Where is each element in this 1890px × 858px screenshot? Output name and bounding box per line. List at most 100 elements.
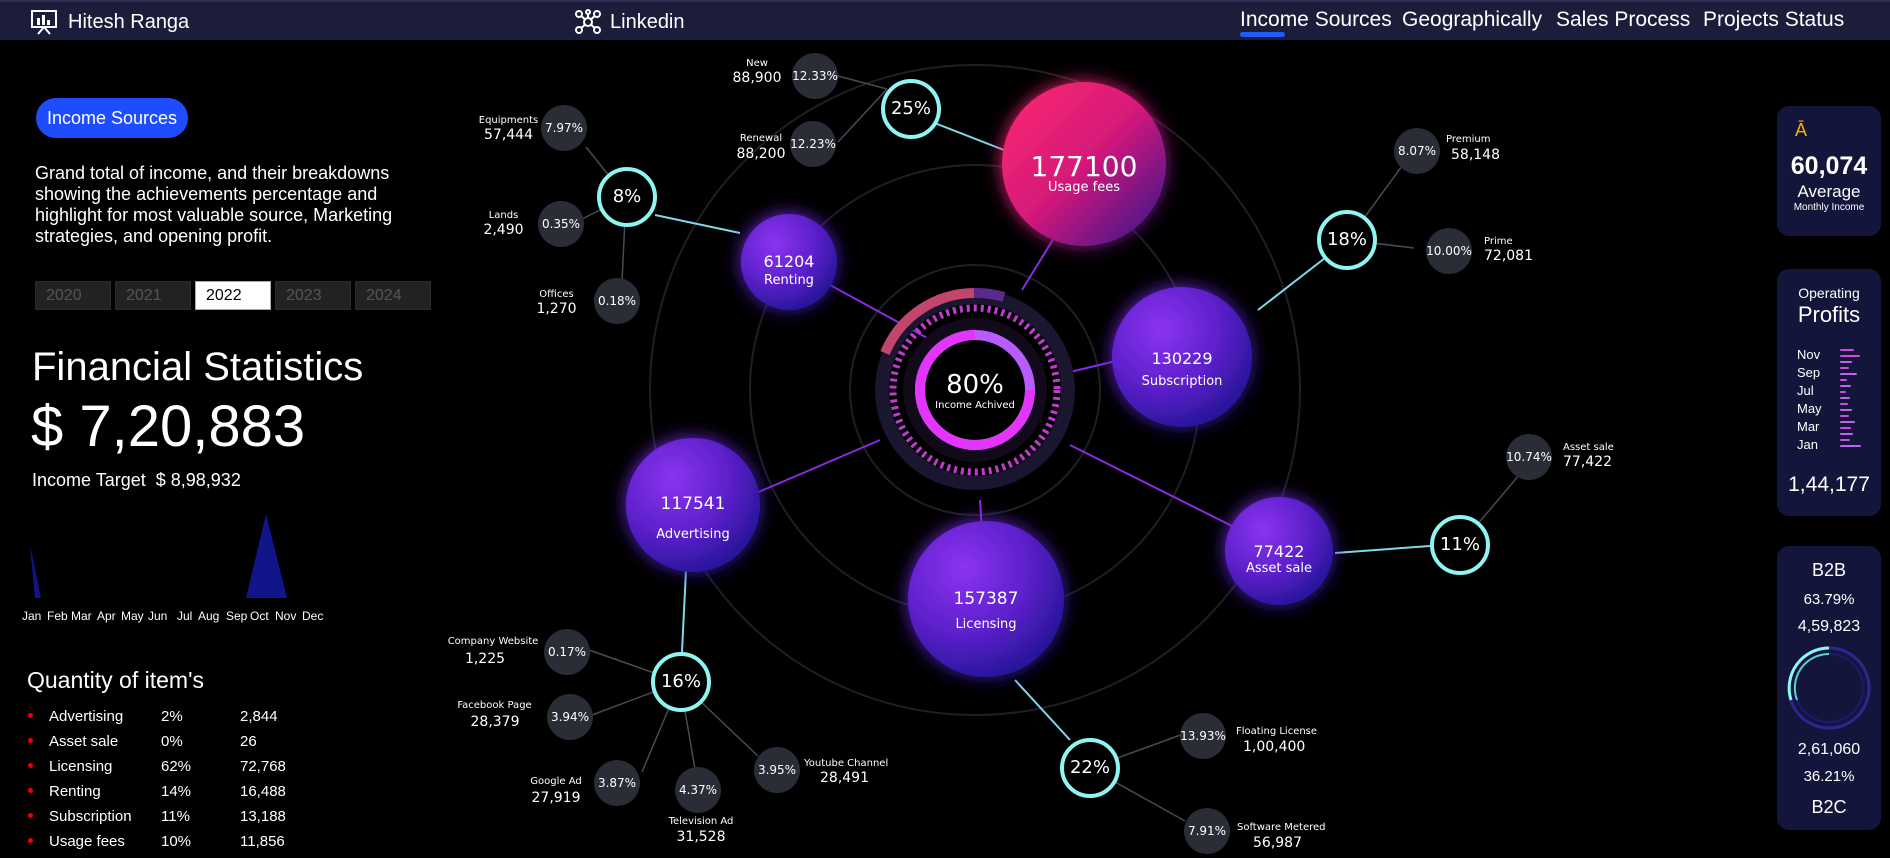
detail-value: 58,148 bbox=[1451, 147, 1500, 163]
b2b-value: 4,59,823 bbox=[1797, 618, 1861, 635]
detail-pct: 7.91% bbox=[1187, 824, 1227, 838]
detail-value: 28,491 bbox=[820, 770, 869, 786]
op-bar bbox=[1840, 397, 1850, 399]
detail-value: 57,444 bbox=[484, 127, 533, 143]
op-month-label: Nov bbox=[1797, 347, 1821, 362]
average-sub-label: Monthly Income bbox=[1793, 202, 1865, 213]
op-month-label: Jul bbox=[1797, 383, 1814, 398]
detail-value: 1,00,400 bbox=[1243, 739, 1306, 755]
detail-pct: 4.37% bbox=[678, 783, 718, 797]
op-bar bbox=[1840, 385, 1851, 387]
bubble-value: 157387 bbox=[953, 589, 1019, 609]
b2b-pct: 63.79% bbox=[1803, 591, 1855, 608]
detail-name: Renewal bbox=[739, 133, 783, 144]
income-infographic bbox=[538, 53, 1552, 854]
b2b-label: B2B bbox=[1811, 560, 1847, 580]
b2c-pct: 36.21% bbox=[1803, 768, 1855, 785]
detail-value: 31,528 bbox=[676, 829, 726, 845]
average-icon: Ā bbox=[1795, 120, 1808, 140]
op-bar bbox=[1840, 361, 1852, 363]
op-bar bbox=[1840, 427, 1851, 429]
detail-name: Offices bbox=[539, 289, 574, 300]
bubble-value: 77422 bbox=[1253, 542, 1305, 561]
detail-name: Television Ad bbox=[668, 816, 734, 827]
detail-name: Floating License bbox=[1236, 726, 1318, 737]
op-bar bbox=[1840, 391, 1846, 393]
op-month-label: Jan bbox=[1797, 437, 1818, 452]
detail-value: 2,490 bbox=[483, 222, 524, 238]
op-bar bbox=[1840, 433, 1853, 435]
detail-pct: 0.17% bbox=[547, 645, 587, 659]
operating-total: 1,44,177 bbox=[1788, 473, 1870, 496]
b2b-b2c-card: B2B 63.79% 4,59,823 2,61,060 36.21% B2C bbox=[1777, 546, 1881, 830]
detail-name: Asset sale bbox=[1563, 442, 1614, 453]
op-bar bbox=[1840, 355, 1860, 357]
detail-pct: 12.33% bbox=[792, 69, 838, 83]
detail-name: Facebook Page bbox=[457, 700, 532, 711]
detail-pct: 8.07% bbox=[1397, 144, 1437, 158]
bubble-label: Usage fees bbox=[1048, 180, 1120, 195]
op-bar bbox=[1840, 379, 1847, 381]
income-achieved-pct: 80% bbox=[946, 370, 1004, 400]
operating-profits-card: Operating Profits 1,44,177 bbox=[1777, 269, 1881, 516]
bubble-label: Renting bbox=[764, 273, 814, 288]
detail-name: Prime bbox=[1484, 236, 1513, 247]
detail-pct: 0.35% bbox=[541, 217, 581, 231]
op-bar bbox=[1840, 349, 1854, 351]
detail-pct: 0.18% bbox=[597, 294, 637, 308]
op-bar bbox=[1840, 373, 1857, 375]
ring-pct: 18% bbox=[1326, 229, 1367, 250]
detail-pct: 13.93% bbox=[1180, 729, 1226, 743]
detail-value: 72,081 bbox=[1484, 248, 1533, 264]
operating-label: Operating bbox=[1798, 285, 1860, 301]
bubble-value: 130229 bbox=[1151, 349, 1213, 368]
ring-pct: 22% bbox=[1069, 757, 1110, 778]
op-month-label: May bbox=[1797, 401, 1822, 416]
bubble-label: Subscription bbox=[1141, 374, 1223, 389]
detail-name: Lands bbox=[488, 210, 519, 221]
detail-name: Google Ad bbox=[530, 776, 582, 787]
detail-name: Software Metered bbox=[1237, 822, 1326, 833]
detail-value: 1,270 bbox=[536, 301, 577, 317]
ring-pct: 25% bbox=[890, 98, 931, 119]
detail-name: Equipments bbox=[478, 115, 539, 126]
profits-title: Profits bbox=[1797, 302, 1861, 327]
detail-pct: 3.94% bbox=[550, 710, 590, 724]
bubble-label: Advertising bbox=[656, 527, 730, 542]
bubble-value: 177100 bbox=[1030, 150, 1138, 183]
ring-pct: 8% bbox=[612, 186, 642, 207]
b2c-value: 2,61,060 bbox=[1797, 741, 1861, 758]
op-bar bbox=[1840, 445, 1861, 447]
detail-value: 28,379 bbox=[470, 714, 520, 730]
detail-name: Youtube Channel bbox=[804, 758, 889, 769]
detail-value: 77,422 bbox=[1563, 454, 1612, 470]
detail-value: 88,900 bbox=[732, 70, 782, 86]
bubble-value: 61204 bbox=[763, 252, 815, 271]
ring-pct: 11% bbox=[1439, 534, 1480, 555]
bubble-label: Licensing bbox=[955, 617, 1017, 632]
detail-name: Company Website bbox=[447, 636, 539, 647]
average-value: 60,074 bbox=[1790, 152, 1868, 180]
b2c-label: B2C bbox=[1811, 797, 1847, 817]
bubble-label: Asset sale bbox=[1245, 561, 1312, 576]
op-bar bbox=[1840, 421, 1855, 423]
detail-value: 88,200 bbox=[736, 146, 786, 162]
detail-pct: 3.95% bbox=[757, 763, 797, 777]
op-bar bbox=[1840, 415, 1849, 417]
ring-pct: 16% bbox=[660, 671, 701, 692]
op-month-label: Mar bbox=[1797, 419, 1820, 434]
detail-value: 27,919 bbox=[531, 790, 581, 806]
income-achieved-label: Income Achived bbox=[935, 400, 1015, 411]
detail-pct: 10.74% bbox=[1506, 450, 1552, 464]
detail-value: 1,225 bbox=[464, 651, 506, 667]
detail-name: New bbox=[746, 58, 768, 69]
op-bar bbox=[1840, 439, 1850, 441]
bubble-value: 117541 bbox=[660, 494, 726, 514]
op-bar bbox=[1840, 409, 1852, 411]
detail-value: 56,987 bbox=[1253, 835, 1302, 851]
op-bar bbox=[1840, 367, 1849, 369]
detail-pct: 3.87% bbox=[597, 776, 637, 790]
op-bar bbox=[1840, 403, 1848, 405]
average-label: Average bbox=[1797, 182, 1861, 201]
average-monthly-income-card: Ā 60,074 Average Monthly Income bbox=[1777, 106, 1881, 236]
